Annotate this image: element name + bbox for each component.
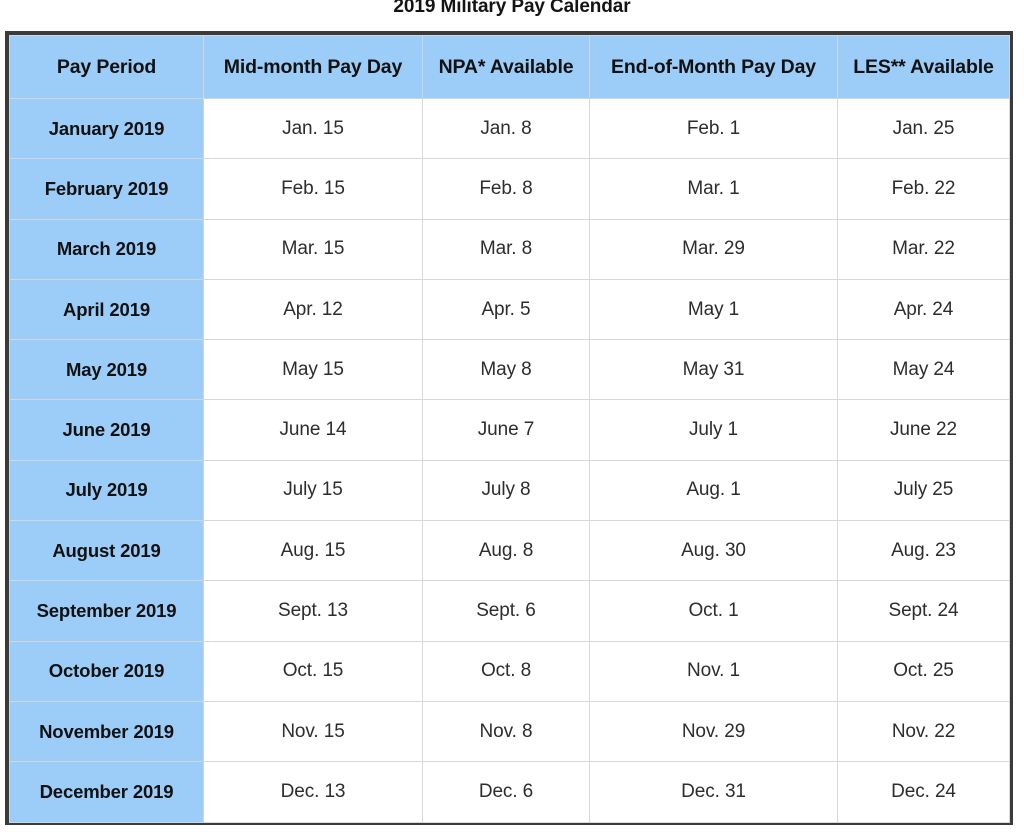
cell-les-available: Dec. 24 bbox=[837, 761, 1010, 823]
cell-mid-month-pay-day: Mar. 15 bbox=[203, 218, 423, 280]
cell-mid-month-pay-day: May 15 bbox=[203, 339, 423, 401]
cell-pay-period: February 2019 bbox=[9, 158, 204, 220]
cell-end-of-month-pay-day: Nov. 29 bbox=[589, 700, 838, 763]
cell-les-available: Sept. 24 bbox=[837, 580, 1010, 642]
cell-mid-month-pay-day: June 14 bbox=[203, 399, 423, 461]
cell-pay-period: July 2019 bbox=[9, 459, 204, 522]
cell-les-available: Mar. 22 bbox=[837, 218, 1010, 280]
pay-calendar-page: 2019 Military Pay Calendar Pay Period Mi… bbox=[0, 0, 1024, 836]
pay-calendar-table: Pay Period Mid-month Pay Day NPA* Availa… bbox=[9, 35, 1010, 823]
cell-end-of-month-pay-day: July 1 bbox=[589, 399, 838, 461]
cell-npa-available: June 7 bbox=[422, 399, 590, 461]
cell-les-available: Aug. 23 bbox=[837, 520, 1010, 582]
cell-les-available: Jan. 25 bbox=[837, 97, 1010, 160]
cell-npa-available: Apr. 5 bbox=[422, 278, 590, 341]
cell-les-available: Apr. 24 bbox=[837, 278, 1010, 341]
table-header: Pay Period Mid-month Pay Day NPA* Availa… bbox=[9, 35, 1010, 99]
cell-pay-period: November 2019 bbox=[9, 700, 204, 763]
cell-end-of-month-pay-day: Aug. 30 bbox=[589, 520, 838, 582]
cell-pay-period: June 2019 bbox=[9, 399, 204, 461]
pay-calendar-table-frame: Pay Period Mid-month Pay Day NPA* Availa… bbox=[5, 31, 1013, 825]
cell-pay-period: May 2019 bbox=[9, 339, 204, 401]
column-header-end-of-month-pay-day: End-of-Month Pay Day bbox=[589, 35, 838, 99]
cell-les-available: Feb. 22 bbox=[837, 158, 1010, 220]
cell-pay-period: December 2019 bbox=[9, 761, 204, 823]
table-row: April 2019 Apr. 12 Apr. 5 May 1 Apr. 24 bbox=[9, 278, 1010, 341]
table-body: January 2019 Jan. 15 Jan. 8 Feb. 1 Jan. … bbox=[9, 97, 1010, 823]
cell-mid-month-pay-day: Apr. 12 bbox=[203, 278, 423, 341]
cell-npa-available: Mar. 8 bbox=[422, 218, 590, 280]
cell-end-of-month-pay-day: Mar. 1 bbox=[589, 158, 838, 220]
cell-end-of-month-pay-day: May 31 bbox=[589, 339, 838, 401]
cell-end-of-month-pay-day: Mar. 29 bbox=[589, 218, 838, 280]
page-title: 2019 Military Pay Calendar bbox=[393, 0, 631, 17]
table-row: December 2019 Dec. 13 Dec. 6 Dec. 31 Dec… bbox=[9, 761, 1010, 823]
cell-end-of-month-pay-day: Oct. 1 bbox=[589, 580, 838, 642]
cell-les-available: Nov. 22 bbox=[837, 700, 1010, 763]
cell-end-of-month-pay-day: May 1 bbox=[589, 278, 838, 341]
cell-mid-month-pay-day: Dec. 13 bbox=[203, 761, 423, 823]
table-row: August 2019 Aug. 15 Aug. 8 Aug. 30 Aug. … bbox=[9, 520, 1010, 582]
cell-npa-available: July 8 bbox=[422, 459, 590, 522]
cell-npa-available: Nov. 8 bbox=[422, 700, 590, 763]
table-row: March 2019 Mar. 15 Mar. 8 Mar. 29 Mar. 2… bbox=[9, 218, 1010, 280]
cell-mid-month-pay-day: Jan. 15 bbox=[203, 97, 423, 160]
table-row: May 2019 May 15 May 8 May 31 May 24 bbox=[9, 339, 1010, 401]
cell-mid-month-pay-day: Aug. 15 bbox=[203, 520, 423, 582]
table-row: June 2019 June 14 June 7 July 1 June 22 bbox=[9, 399, 1010, 461]
table-row: October 2019 Oct. 15 Oct. 8 Nov. 1 Oct. … bbox=[9, 640, 1010, 702]
cell-mid-month-pay-day: Nov. 15 bbox=[203, 700, 423, 763]
cell-npa-available: Feb. 8 bbox=[422, 158, 590, 220]
cell-mid-month-pay-day: Feb. 15 bbox=[203, 158, 423, 220]
cell-les-available: May 24 bbox=[837, 339, 1010, 401]
cell-end-of-month-pay-day: Feb. 1 bbox=[589, 97, 838, 160]
table-header-row: Pay Period Mid-month Pay Day NPA* Availa… bbox=[9, 35, 1010, 99]
cell-les-available: June 22 bbox=[837, 399, 1010, 461]
cell-npa-available: Jan. 8 bbox=[422, 97, 590, 160]
cell-npa-available: Dec. 6 bbox=[422, 761, 590, 823]
column-header-pay-period: Pay Period bbox=[9, 35, 204, 99]
cell-pay-period: September 2019 bbox=[9, 580, 204, 642]
table-row: November 2019 Nov. 15 Nov. 8 Nov. 29 Nov… bbox=[9, 700, 1010, 763]
cell-mid-month-pay-day: Oct. 15 bbox=[203, 640, 423, 702]
cell-end-of-month-pay-day: Nov. 1 bbox=[589, 640, 838, 702]
cell-npa-available: Aug. 8 bbox=[422, 520, 590, 582]
cell-npa-available: Oct. 8 bbox=[422, 640, 590, 702]
table-row: September 2019 Sept. 13 Sept. 6 Oct. 1 S… bbox=[9, 580, 1010, 642]
cell-npa-available: Sept. 6 bbox=[422, 580, 590, 642]
cell-mid-month-pay-day: July 15 bbox=[203, 459, 423, 522]
cell-mid-month-pay-day: Sept. 13 bbox=[203, 580, 423, 642]
column-header-les-available: LES** Available bbox=[837, 35, 1010, 99]
cell-end-of-month-pay-day: Dec. 31 bbox=[589, 761, 838, 823]
cell-les-available: Oct. 25 bbox=[837, 640, 1010, 702]
table-row: July 2019 July 15 July 8 Aug. 1 July 25 bbox=[9, 459, 1010, 522]
cell-npa-available: May 8 bbox=[422, 339, 590, 401]
cell-pay-period: April 2019 bbox=[9, 278, 204, 341]
column-header-npa-available: NPA* Available bbox=[422, 35, 590, 99]
cell-pay-period: January 2019 bbox=[9, 97, 204, 160]
cell-pay-period: August 2019 bbox=[9, 520, 204, 582]
cell-pay-period: March 2019 bbox=[9, 218, 204, 280]
table-row: February 2019 Feb. 15 Feb. 8 Mar. 1 Feb.… bbox=[9, 158, 1010, 220]
cell-end-of-month-pay-day: Aug. 1 bbox=[589, 459, 838, 522]
column-header-mid-month-pay-day: Mid-month Pay Day bbox=[203, 35, 423, 99]
cell-pay-period: October 2019 bbox=[9, 640, 204, 702]
table-row: January 2019 Jan. 15 Jan. 8 Feb. 1 Jan. … bbox=[9, 97, 1010, 160]
cell-les-available: July 25 bbox=[837, 459, 1010, 522]
